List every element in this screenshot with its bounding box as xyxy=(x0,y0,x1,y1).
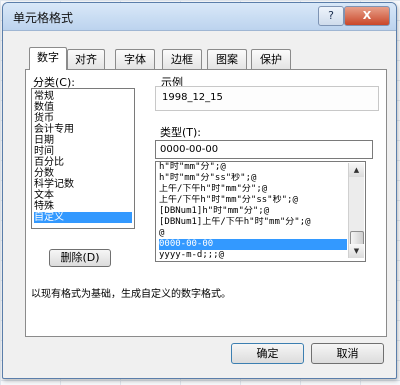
category-item-special[interactable]: 特殊 xyxy=(34,201,132,212)
tab-number[interactable]: 数字 xyxy=(29,47,67,70)
type-format-list[interactable]: h"时"mm"分";@ h"时"mm"分"ss"秒";@ 上午/下午h"时"mm… xyxy=(155,161,366,262)
format-list-item[interactable]: 上午/下午h"时"mm"分";@ xyxy=(159,184,347,195)
category-item-number[interactable]: 数值 xyxy=(34,102,132,113)
format-cells-dialog: 单元格格式 ? X 数字 对齐 字体 边框 图案 保护 分类(C): 常规 数值… xyxy=(2,2,397,379)
format-list-item[interactable]: @ xyxy=(159,228,347,239)
tab-alignment[interactable]: 对齐 xyxy=(67,49,105,69)
format-list-scrollbar[interactable]: ▲ ▼ xyxy=(348,163,364,258)
type-input[interactable]: 0000-00-00 xyxy=(155,140,373,159)
close-button[interactable]: X xyxy=(344,6,390,26)
tab-protection[interactable]: 保护 xyxy=(251,49,291,69)
tab-border[interactable]: 边框 xyxy=(162,49,202,69)
scroll-up-arrow-icon[interactable]: ▲ xyxy=(349,163,364,177)
ok-button[interactable]: 确定 xyxy=(231,343,304,364)
category-item-percentage[interactable]: 百分比 xyxy=(34,157,132,168)
category-item-currency[interactable]: 货币 xyxy=(34,113,132,124)
format-list-item[interactable]: 上午/下午h"时"mm"分"ss"秒";@ xyxy=(159,195,347,206)
delete-button[interactable]: 删除(D) xyxy=(49,249,111,267)
category-item-custom[interactable]: 自定义 xyxy=(34,212,132,223)
tab-font[interactable]: 字体 xyxy=(115,49,155,69)
dialog-title: 单元格格式 xyxy=(13,11,74,25)
sample-value: 1998_12_15 xyxy=(162,92,223,103)
type-label: 类型(T): xyxy=(160,126,202,139)
help-button[interactable]: ? xyxy=(318,6,344,26)
category-item-accounting[interactable]: 会计专用 xyxy=(34,124,132,135)
title-bar: 单元格格式 ? X xyxy=(3,3,396,31)
format-list-item[interactable]: [DBNum1]上午/下午h"时"mm"分";@ xyxy=(159,217,347,228)
category-item-scientific[interactable]: 科学记数 xyxy=(34,179,132,190)
format-list-item[interactable]: yyyy-m-d;;;@ xyxy=(159,250,347,261)
category-item-fraction[interactable]: 分数 xyxy=(34,168,132,179)
format-list-item[interactable]: h"时"mm"分"ss"秒";@ xyxy=(159,173,347,184)
category-item-text[interactable]: 文本 xyxy=(34,190,132,201)
scroll-down-arrow-icon[interactable]: ▼ xyxy=(349,244,364,258)
tab-patterns[interactable]: 图案 xyxy=(207,49,247,69)
cancel-button[interactable]: 取消 xyxy=(311,343,384,364)
category-item-date[interactable]: 日期 xyxy=(34,135,132,146)
category-item-general[interactable]: 常规 xyxy=(34,91,132,102)
format-list-item[interactable]: [DBNum1]h"时"mm"分";@ xyxy=(159,206,347,217)
category-item-time[interactable]: 时间 xyxy=(34,146,132,157)
format-list-item[interactable]: h"时"mm"分";@ xyxy=(159,162,347,173)
custom-format-hint: 以现有格式为基础，生成自定义的数字格式。 xyxy=(31,289,231,300)
format-list-item-selected[interactable]: 0000-00-00 xyxy=(159,239,347,250)
category-list[interactable]: 常规 数值 货币 会计专用 日期 时间 百分比 分数 科学记数 文本 特殊 自定… xyxy=(31,88,135,229)
